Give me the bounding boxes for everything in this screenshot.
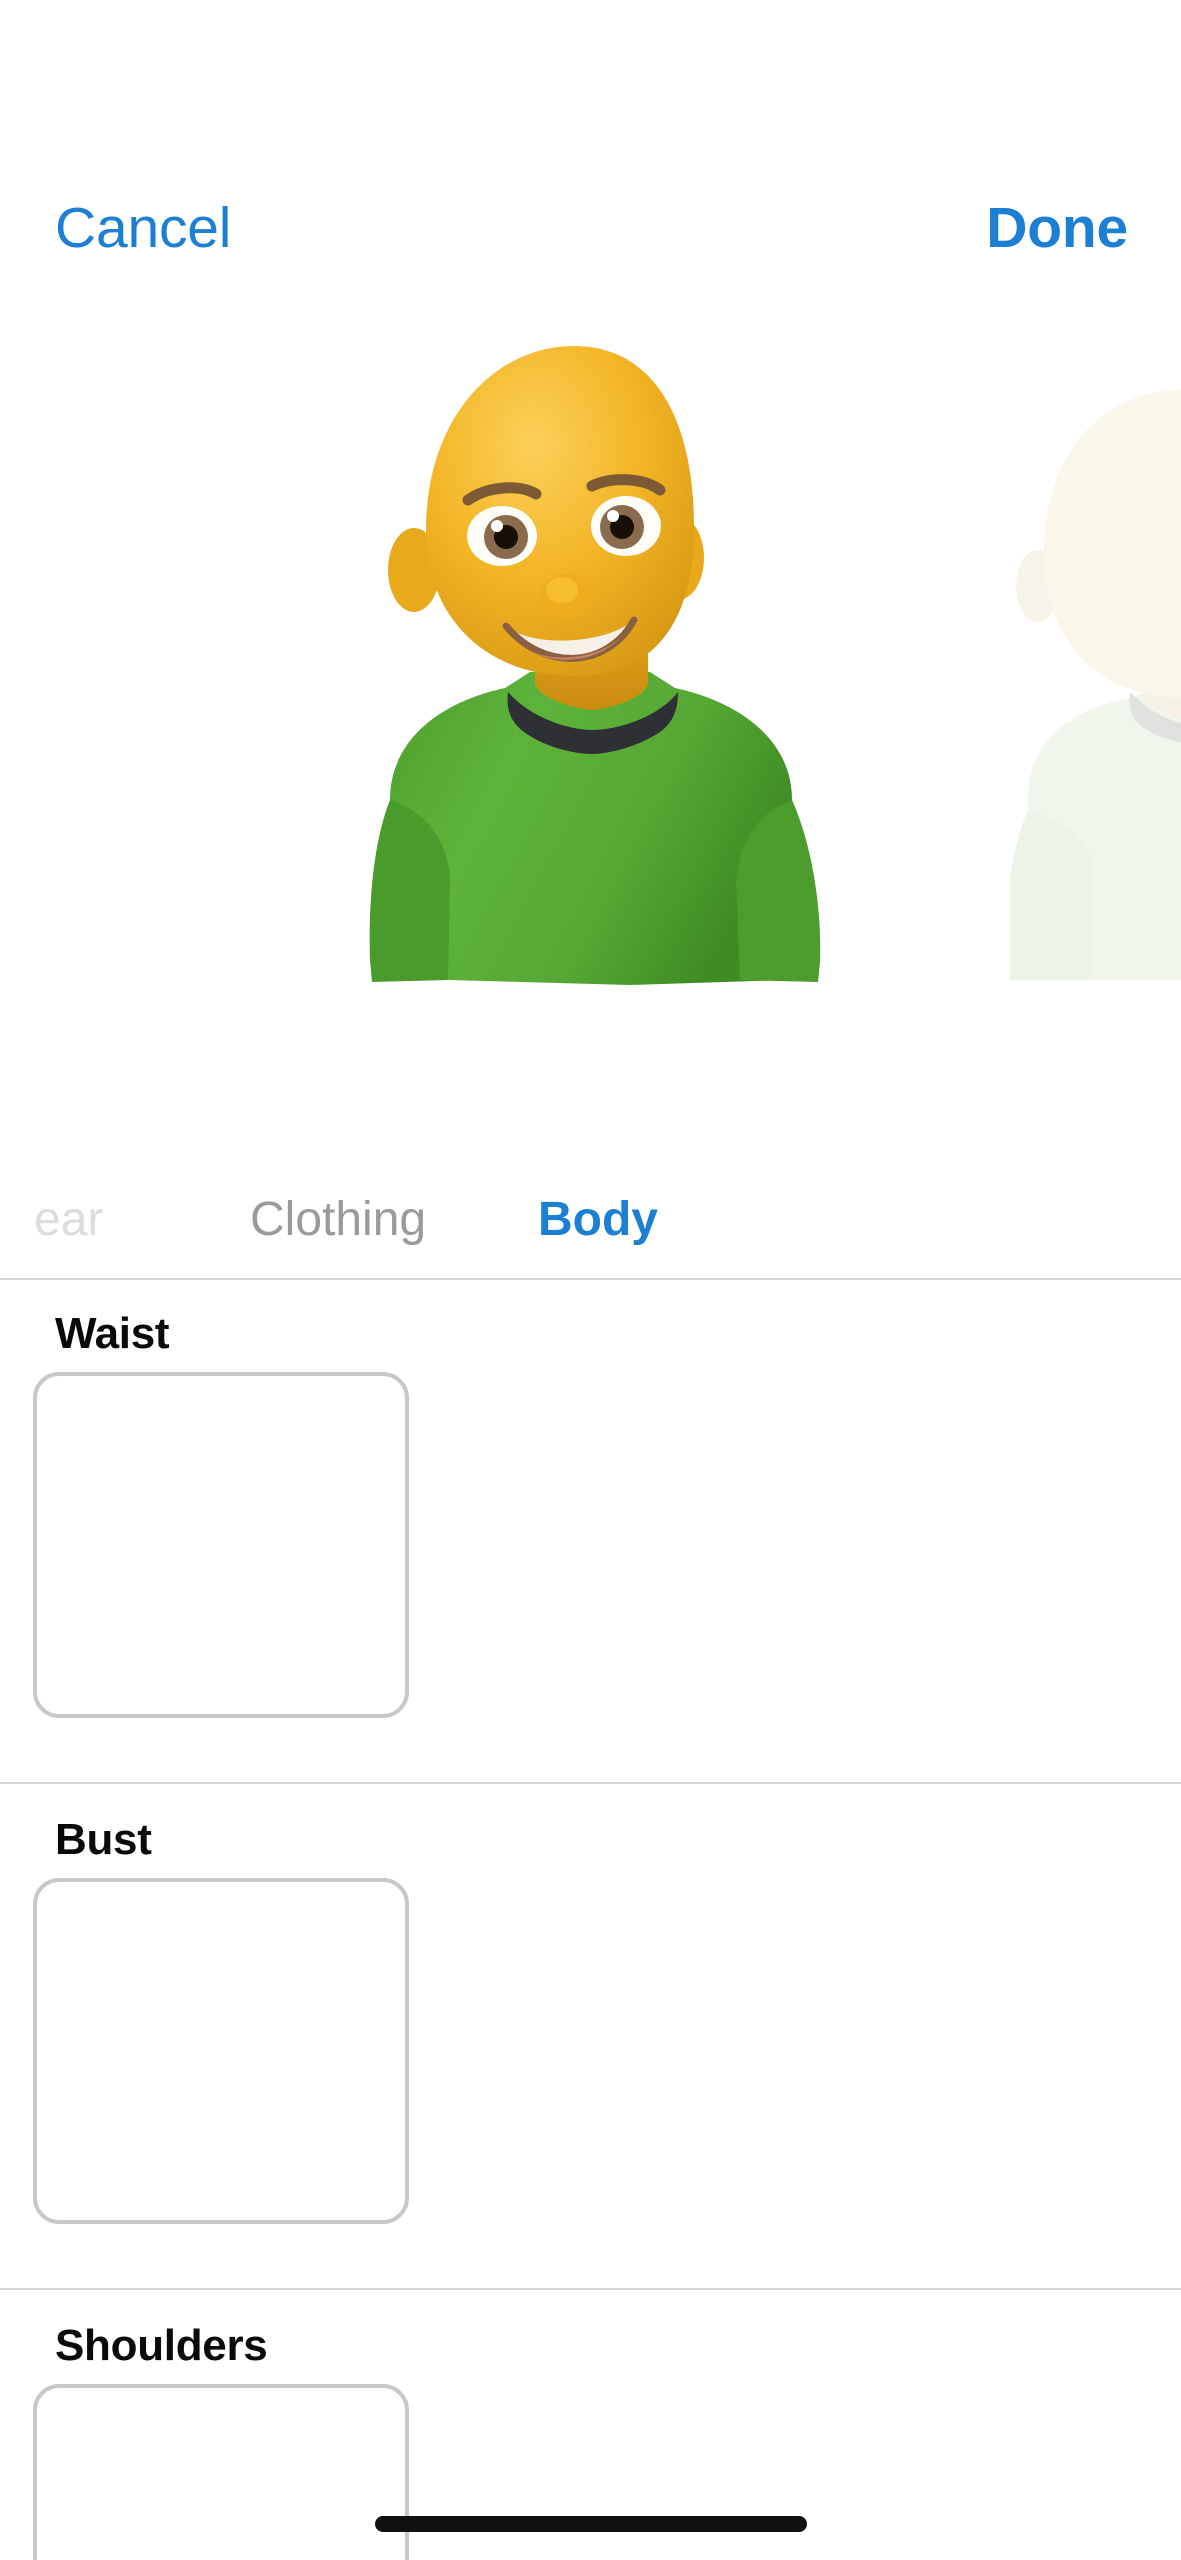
divider-waist-bust xyxy=(0,1782,1181,1784)
bust-option-2[interactable] xyxy=(425,1878,801,2224)
category-tab-bar[interactable]: ear Clothing Body xyxy=(0,1160,1181,1280)
shirt-body xyxy=(388,672,798,985)
section-title-waist: Waist xyxy=(55,1309,170,1358)
eye-left xyxy=(467,506,537,566)
memoji-body-editor-screen: Cancel Done ear Clothing Body Waist Bust… xyxy=(0,0,1181,2560)
cancel-button[interactable]: Cancel xyxy=(55,196,231,260)
home-indicator[interactable] xyxy=(374,2516,807,2532)
tab-clothing[interactable]: Clothing xyxy=(250,1176,426,1264)
navigation-bar: Cancel Done xyxy=(0,0,1181,290)
shoulders-option-3[interactable] xyxy=(817,2384,1181,2560)
section-title-shoulders: Shoulders xyxy=(55,2321,268,2370)
eye-right xyxy=(591,496,661,556)
option-row-shoulders xyxy=(0,2384,1181,2560)
option-row-waist xyxy=(0,1372,1181,1732)
shoulders-option-2[interactable] xyxy=(425,2384,801,2560)
memoji-avatar-next-preview[interactable] xyxy=(1010,380,1181,1040)
divider-bust-shoulders xyxy=(0,2288,1181,2290)
bust-option-3[interactable] xyxy=(817,1878,1181,2224)
bust-option-1[interactable] xyxy=(33,1878,409,2224)
waist-option-2[interactable] xyxy=(425,1372,801,1718)
avatar-preview-carousel[interactable] xyxy=(0,300,1181,1160)
tab-headwear[interactable]: ear xyxy=(34,1176,103,1264)
option-row-bust xyxy=(0,1878,1181,2238)
section-title-bust: Bust xyxy=(55,1815,152,1864)
waist-option-1[interactable] xyxy=(33,1372,409,1718)
nose-highlight xyxy=(546,577,578,603)
shoulders-option-1[interactable] xyxy=(33,2384,409,2560)
divider-tabbar xyxy=(0,1278,1181,1280)
memoji-avatar-main[interactable] xyxy=(330,320,850,1060)
waist-option-3[interactable] xyxy=(817,1372,1181,1718)
tab-body[interactable]: Body xyxy=(538,1176,658,1264)
done-button[interactable]: Done xyxy=(986,196,1128,260)
